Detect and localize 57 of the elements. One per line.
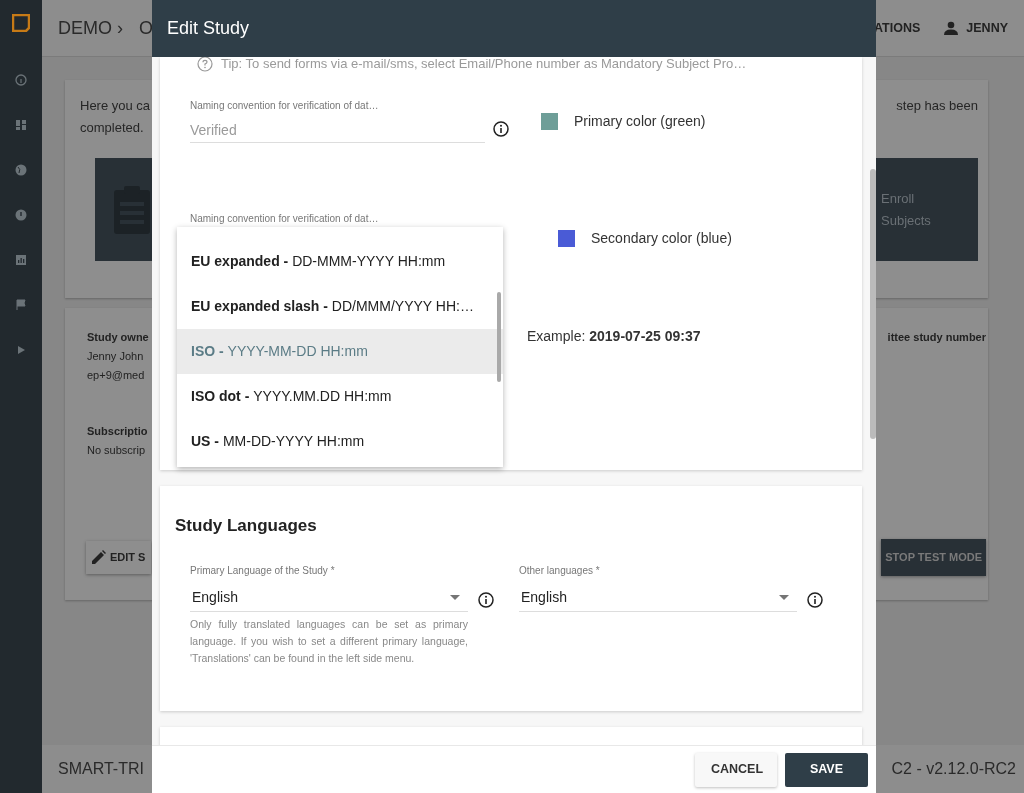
color-label: Primary color (green) <box>574 112 706 131</box>
select-field[interactable]: English <box>190 582 468 612</box>
field-value: No subscrip <box>87 443 147 458</box>
section-title: Study Languages <box>175 515 318 537</box>
example-text: Example: 2019-07-25 09:37 <box>527 327 702 346</box>
field-label: Primary Language of the Study * <box>190 564 336 577</box>
dropdown-option[interactable]: US - MM-DD-YYYY HH:mm <box>177 419 503 464</box>
pencil-icon <box>92 550 106 565</box>
select-field[interactable]: English <box>519 582 797 612</box>
field-label: Subscriptio <box>87 424 149 439</box>
alert-icon[interactable] <box>15 209 27 221</box>
field-value: ep+9@med <box>87 368 146 383</box>
intro-text: Here you ca <box>80 97 151 115</box>
field-label: Other languages * <box>519 564 601 577</box>
field-label: Naming convention for verification of dat… <box>190 212 380 225</box>
info-icon[interactable] <box>493 120 509 137</box>
color-label: Secondary color (blue) <box>591 229 732 248</box>
dropdown-option[interactable]: EU expanded - DD-MMM-YYYY HH:mm <box>177 239 503 284</box>
scrollbar-thumb[interactable] <box>870 169 876 439</box>
dashboard-icon[interactable] <box>15 119 27 131</box>
scrollbar-thumb[interactable] <box>497 292 501 382</box>
dropdown-option[interactable]: ISO dot - YYYY.MM.DD HH:mm <box>177 374 503 419</box>
footer-text: SMART-TRI <box>58 759 144 779</box>
flag-icon[interactable] <box>15 299 27 311</box>
text-input[interactable]: Verified <box>190 118 485 143</box>
edit-button[interactable]: EDIT S <box>86 541 152 574</box>
play-icon[interactable] <box>15 344 27 356</box>
chart-icon[interactable] <box>15 254 27 266</box>
breadcrumb-link[interactable]: DEMO › <box>58 14 123 42</box>
field-label: Naming convention for verification of dat… <box>190 100 380 112</box>
tile-label: Enroll <box>881 190 916 208</box>
dropdown-option[interactable]: EU expanded slash - DD/MMM/YYYY HH:… <box>177 284 503 329</box>
dropdown-caret-icon <box>450 594 460 600</box>
task-tile[interactable] <box>95 158 155 261</box>
user-icon <box>944 21 959 35</box>
logo-icon <box>12 14 30 32</box>
breadcrumb-link[interactable]: O <box>139 14 153 42</box>
dropdown-caret-icon <box>779 594 789 600</box>
tile-label: Subjects <box>881 212 932 230</box>
info-icon[interactable] <box>807 591 823 608</box>
field-label: Study owne <box>87 330 149 345</box>
save-button[interactable]: SAVE <box>785 752 868 787</box>
info-icon[interactable] <box>478 591 494 608</box>
help-text: Only fully translated languages can be set as primary language. If you wish to set a different primary language, 'Translations' can be found in the left side menu. <box>190 616 468 666</box>
globe-icon[interactable] <box>15 164 27 176</box>
cancel-button[interactable]: CANCEL <box>695 752 777 787</box>
intro-text: completed. <box>80 119 145 137</box>
help-icon <box>197 57 213 72</box>
version-text: C2 - v2.12.0-RC2 <box>891 759 1016 779</box>
tip-text: Tip: To send forms via e-mail/sms, select Email/Phone number as Mandatory Subject Pro… <box>221 57 747 71</box>
dialog-title: Edit Study <box>167 17 250 40</box>
field-value: Jenny John <box>87 349 145 364</box>
dropdown-option[interactable]: ISO - YYYY-MM-DD HH:mm <box>177 329 503 374</box>
intro-text: step has been <box>896 97 978 115</box>
user-menu[interactable]: JENNY <box>966 18 1008 38</box>
menu-link[interactable]: ATIONS <box>874 18 921 38</box>
field-label: ittee study number <box>887 330 986 345</box>
